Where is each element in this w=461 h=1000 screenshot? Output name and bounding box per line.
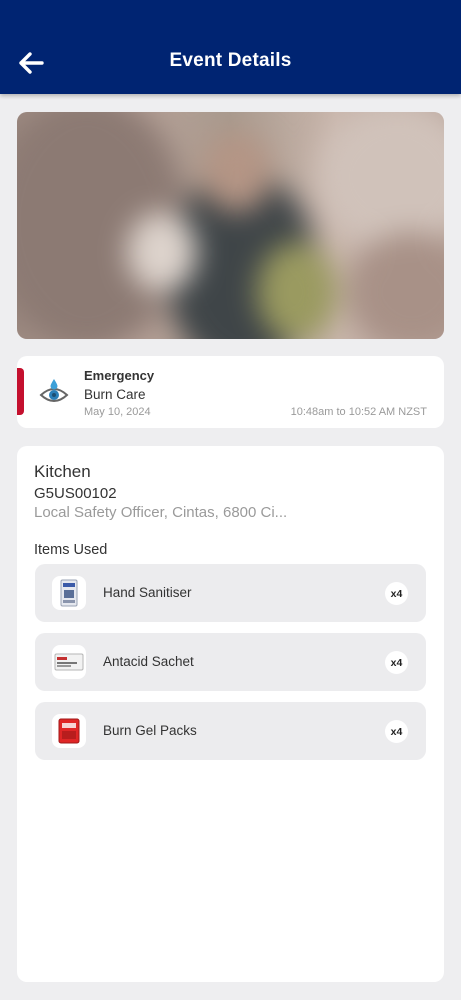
item-row-antacid-sachet[interactable]: Antacid Sachet x4 [35, 633, 426, 691]
burn-gel-pack-icon [52, 714, 86, 748]
sanitiser-packet-icon [52, 576, 86, 610]
item-name: Burn Gel Packs [103, 723, 197, 738]
eye-drop-icon [39, 379, 69, 402]
item-quantity-badge: x4 [385, 720, 408, 743]
event-accent-bar [17, 368, 24, 415]
event-details-card: Kitchen G5US00102 Local Safety Officer, … [17, 446, 444, 982]
item-row-hand-sanitiser[interactable]: Hand Sanitiser x4 [35, 564, 426, 622]
item-name: Hand Sanitiser [103, 585, 192, 600]
item-name: Antacid Sachet [103, 654, 194, 669]
page-title: Event Details [169, 50, 292, 71]
event-summary-card[interactable]: Emergency Burn Care May 10, 2024 10:48am… [17, 356, 444, 428]
antacid-sachet-icon [52, 645, 86, 679]
event-type: Emergency [84, 368, 155, 383]
location-name: Kitchen [34, 462, 91, 481]
officer-info: Local Safety Officer, Cintas, 6800 Ci... [34, 504, 288, 521]
item-row-burn-gel-packs[interactable]: Burn Gel Packs x4 [35, 702, 426, 760]
location-code: G5US00102 [34, 485, 117, 502]
items-used-heading: Items Used [34, 542, 108, 558]
item-quantity-badge: x4 [385, 651, 408, 674]
event-date: May 10, 2024 [84, 406, 151, 418]
event-time-range: 10:48am to 10:52 AM NZST [290, 406, 427, 418]
item-quantity-badge: x4 [385, 582, 408, 605]
event-subtype: Burn Care [84, 387, 146, 402]
app-header: Event Details [0, 0, 461, 94]
event-photo [17, 112, 444, 339]
